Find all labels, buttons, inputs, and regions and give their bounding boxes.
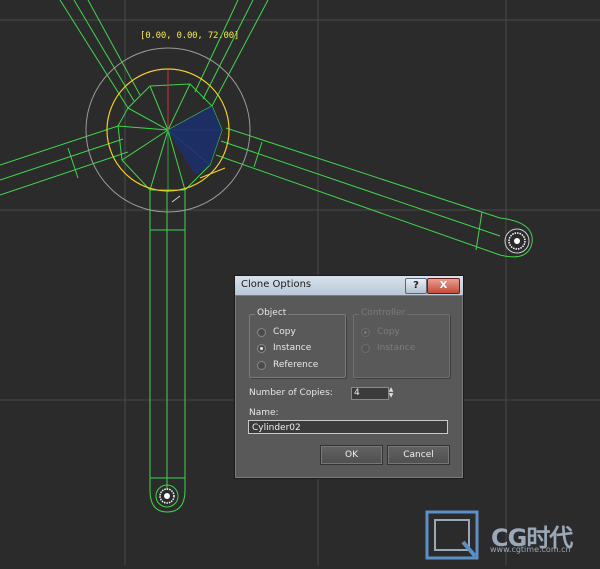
radio-button[interactable] [257, 343, 266, 353]
radio-button[interactable] [257, 327, 266, 337]
close-button[interactable]: X [427, 278, 460, 294]
object-reference-radio[interactable]: Reference [257, 358, 318, 372]
dialog-title: Clone Options [241, 279, 312, 290]
cancel-button[interactable]: Cancel [387, 445, 450, 465]
selected-face [168, 106, 222, 175]
radio-button[interactable] [257, 360, 266, 370]
copies-label: Number of Copies: [249, 388, 333, 398]
cg-logo-icon [425, 510, 479, 560]
object-group-legend: Object [255, 308, 289, 318]
controller-copy-radio: Copy [361, 325, 400, 339]
controller-instance-radio: Instance [361, 341, 415, 355]
name-input[interactable]: Cylinder02 [248, 420, 448, 434]
object-instance-radio[interactable]: Instance [257, 341, 311, 355]
spinner-arrows-icon[interactable]: ▲ ▼ [387, 387, 395, 400]
radio-label: Copy [377, 327, 400, 337]
gizmo-tick-icon [171, 195, 181, 203]
radio-button [361, 327, 370, 337]
copies-spinner[interactable]: 4 ▲ ▼ [351, 387, 395, 400]
controller-group: Controller Copy Instance [353, 308, 450, 378]
coordinate-readout: [0.00, 0.00, 72.00] [140, 31, 240, 41]
object-group: Object Copy Instance Reference [249, 308, 346, 378]
help-button[interactable]: ? [405, 278, 427, 294]
radio-label: Copy [273, 327, 296, 337]
radio-button [361, 343, 370, 353]
watermark-url: www.cgtime.com.cn [490, 545, 571, 554]
object-copy-radio[interactable]: Copy [257, 325, 296, 339]
dialog-titlebar[interactable]: Clone Options ? X [235, 276, 463, 296]
radio-label: Instance [377, 343, 416, 353]
copies-input[interactable]: 4 [351, 387, 389, 400]
controller-group-legend: Controller [359, 308, 408, 318]
radio-label: Instance [273, 343, 312, 353]
name-label: Name: [249, 408, 279, 418]
ok-button[interactable]: OK [320, 445, 383, 465]
radio-label: Reference [273, 360, 319, 370]
gizmo-arrow-icon [199, 167, 226, 179]
